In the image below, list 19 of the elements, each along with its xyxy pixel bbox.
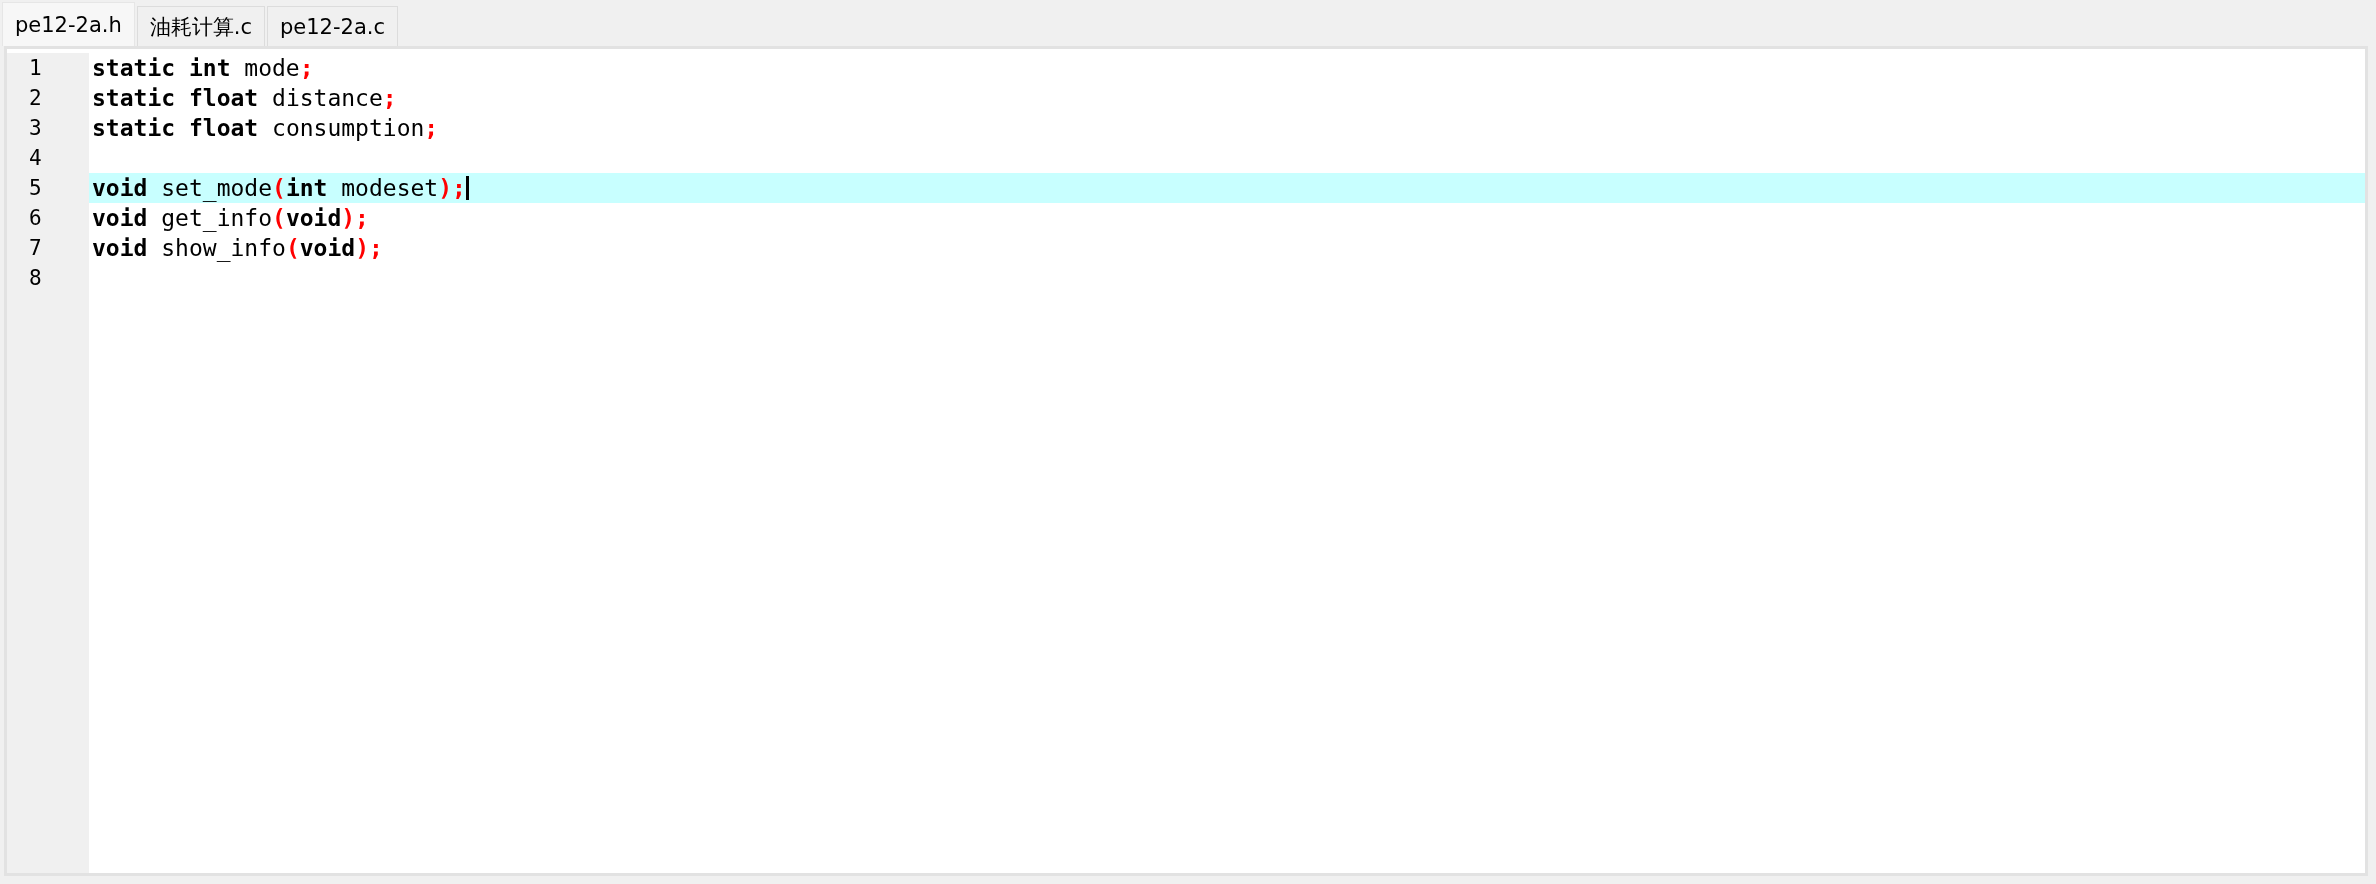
line-number: 4 (28, 145, 43, 172)
line-number: 6 (28, 205, 43, 232)
line-number: 7 (28, 235, 43, 262)
line-number: 8 (28, 265, 43, 292)
code-line: static float consumption; (92, 114, 439, 143)
code-line: static float distance; (92, 84, 397, 113)
file-tab[interactable]: pe12-2a.h (2, 2, 135, 46)
line-number: 5 (28, 175, 43, 202)
code-editor[interactable]: 1 2 3 4 5 6 7 8 static int mode; static float distance; static float consumption; void set_mode(int modeset); void get_info(void); void show_info(void); (4, 46, 2368, 876)
line-number: 2 (28, 85, 43, 112)
code-line: void show_info(void); (92, 234, 383, 263)
code-line: static int mode; (92, 54, 314, 83)
code-line: void set_mode(int modeset); (92, 174, 466, 203)
file-tab[interactable]: 油耗计算.c (136, 6, 265, 46)
code-line: void get_info(void); (92, 204, 369, 233)
line-number: 1 (28, 55, 43, 82)
line-number: 3 (28, 115, 43, 142)
text-cursor (465, 176, 469, 200)
file-tab[interactable]: pe12-2a.c (267, 6, 398, 46)
